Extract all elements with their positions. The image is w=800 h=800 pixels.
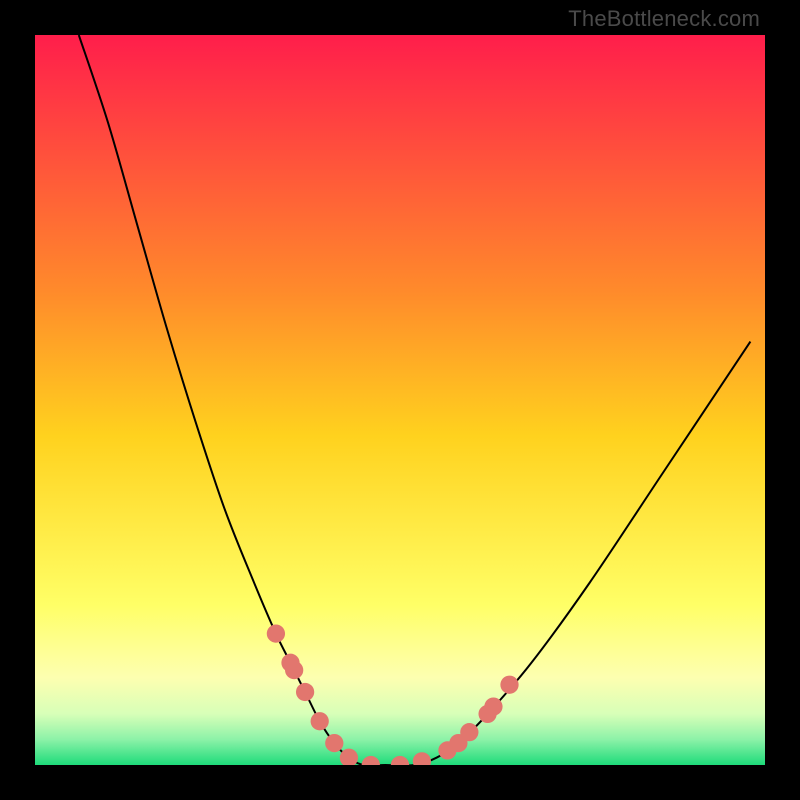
data-point [285,661,303,679]
data-point [460,723,478,741]
curve-layer [35,35,765,765]
data-point [391,756,409,765]
highlighted-points [267,624,519,765]
data-point [484,697,502,715]
data-point [362,756,380,765]
data-point [267,624,285,642]
bottleneck-curve [79,35,751,765]
data-point [296,683,314,701]
data-point [311,712,329,730]
plot-area [35,35,765,765]
chart-stage: TheBottleneck.com [0,0,800,800]
data-point [325,734,343,752]
watermark-text: TheBottleneck.com [568,6,760,32]
data-point [500,676,518,694]
data-point [413,752,431,765]
